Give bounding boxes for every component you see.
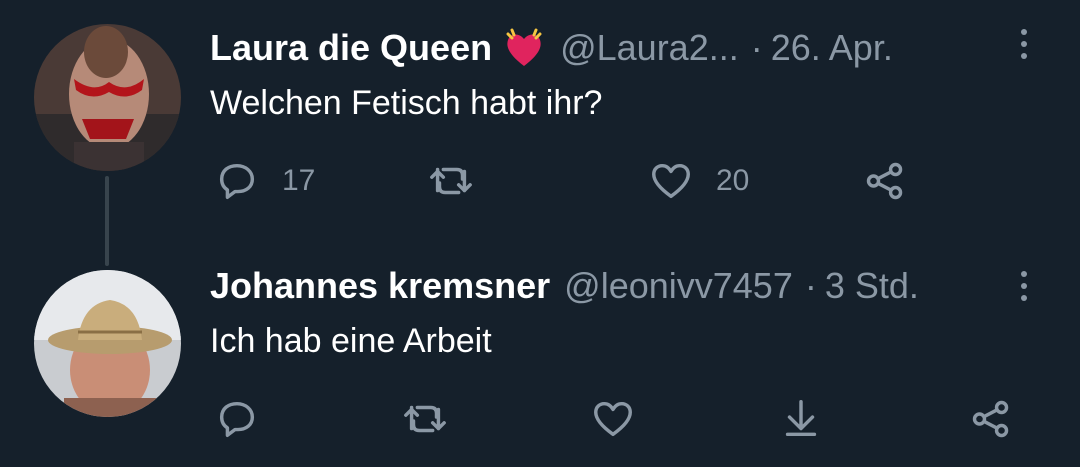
- download-icon: [778, 396, 824, 442]
- share-icon: [968, 396, 1014, 442]
- retweet-button[interactable]: [402, 394, 448, 444]
- reply-icon: [214, 158, 260, 204]
- retweet-icon: [402, 396, 448, 442]
- reply-button[interactable]: 17: [214, 156, 315, 206]
- share-button[interactable]: [968, 394, 1014, 444]
- heart-outline-icon: [590, 396, 636, 442]
- more-options-icon[interactable]: [1014, 22, 1034, 66]
- heart-outline-icon: [648, 158, 694, 204]
- tweet-header: Laura die Queen @Laura2... · 26. Apr.: [210, 26, 893, 70]
- more-options-icon[interactable]: [1014, 264, 1034, 308]
- tweet-actions: [0, 394, 1080, 444]
- ringing-heart-emoji-icon: [502, 26, 546, 70]
- user-handle[interactable]: @Laura2...: [560, 27, 739, 69]
- retweet-icon: [428, 158, 474, 204]
- like-button[interactable]: 20: [648, 156, 749, 206]
- separator-dot: ·: [750, 27, 763, 68]
- tweet[interactable]: Laura die Queen @Laura2... · 26. Apr. We…: [0, 0, 1080, 266]
- download-button[interactable]: [778, 394, 824, 444]
- timestamp[interactable]: 3 Std.: [825, 265, 919, 307]
- user-handle[interactable]: @leonivv7457: [564, 265, 793, 307]
- reply-button[interactable]: [214, 394, 260, 444]
- like-count: 20: [716, 164, 750, 197]
- tweet[interactable]: Johannes kremsner @leonivv7457 · 3 Std. …: [0, 232, 1080, 467]
- tweet-text: Ich hab eine Arbeit: [210, 322, 492, 360]
- share-icon: [862, 158, 908, 204]
- timestamp[interactable]: 26. Apr.: [771, 27, 893, 69]
- reply-count: 17: [282, 164, 316, 197]
- retweet-button[interactable]: [428, 156, 474, 206]
- avatar[interactable]: [34, 24, 181, 171]
- display-name[interactable]: Laura die Queen: [210, 27, 492, 69]
- like-button[interactable]: [590, 394, 636, 444]
- reply-icon: [214, 396, 260, 442]
- tweet-header: Johannes kremsner @leonivv7457 · 3 Std.: [210, 264, 919, 308]
- display-name[interactable]: Johannes kremsner: [210, 265, 550, 307]
- separator-dot: ·: [804, 265, 817, 306]
- share-button[interactable]: [862, 156, 908, 206]
- tweet-text: Welchen Fetisch habt ihr?: [210, 84, 603, 122]
- tweet-actions: 17 20: [0, 156, 1080, 206]
